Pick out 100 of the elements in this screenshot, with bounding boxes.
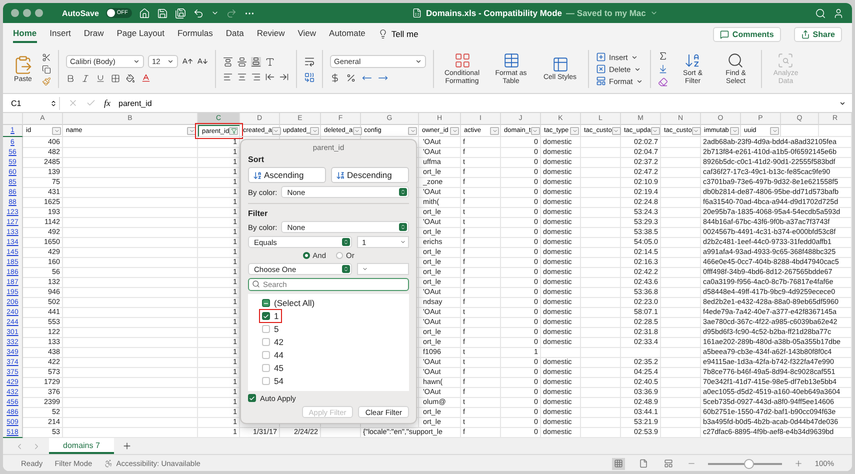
close-button[interactable] [11,9,19,17]
empty-cell [661,297,701,308]
italic-icon[interactable] [81,74,90,82]
increase-indent-icon[interactable] [279,72,289,82]
minimize-button[interactable] [23,9,31,17]
page-break-icon [664,459,673,468]
insert-function-label[interactable]: fx [104,98,110,108]
empty-cell [661,197,701,208]
ribbon-tab[interactable]: Automate [329,25,366,43]
align-left-icon[interactable] [223,72,233,82]
sort-button[interactable]: Ascending [248,167,326,183]
cell-styles-icon [552,56,568,73]
lightbulb-icon[interactable] [378,29,388,39]
top-align-icon[interactable] [223,56,233,66]
checkbox[interactable] [262,351,270,359]
increase-decimal-icon[interactable] [362,73,372,83]
bold-icon[interactable] [66,74,75,82]
ribbon-tab[interactable]: Page Layout [116,25,164,43]
add-sheet-icon[interactable] [122,441,132,451]
checkbox[interactable] [262,325,270,333]
middle-align-icon[interactable] [237,56,247,66]
align-right-icon[interactable] [251,72,261,82]
bottom-align-icon[interactable] [251,56,261,66]
sheet-tab[interactable]: domains 7 [49,438,114,454]
undo-icon[interactable] [192,8,204,18]
value-item[interactable]: 42 [262,337,284,347]
caret-icon[interactable] [650,9,658,17]
font-color-icon[interactable] [141,73,151,83]
autosum-icon[interactable] [658,51,668,61]
ribbon-tab[interactable]: Home [13,25,37,43]
caret-icon [839,100,846,106]
fill-color-icon[interactable] [126,74,135,82]
cut-icon[interactable] [42,52,51,62]
tell-me-label[interactable]: Tell me [391,29,418,39]
zoom-thumb[interactable] [744,458,754,468]
fill-icon[interactable] [658,64,668,74]
empty-cell [581,407,621,418]
empty-cell [581,317,621,328]
caret-icon [415,58,422,65]
caret-icon[interactable] [210,9,219,17]
zoom-button[interactable] [35,9,43,17]
empty-cell [541,347,581,358]
sort-button[interactable]: Descending [331,167,409,183]
format-painter-icon[interactable] [42,76,51,86]
search-icon[interactable] [815,8,826,18]
checkbox[interactable] [262,377,270,385]
name-box[interactable]: C1 [9,96,60,110]
empty-cell [581,297,621,308]
empty-cell [661,317,701,328]
caret-icon [400,239,406,245]
decrease-decimal-icon[interactable] [378,73,388,83]
checkbox[interactable] [262,364,270,372]
clear-icon[interactable] [658,77,668,87]
view-button[interactable] [612,458,625,470]
redo-icon[interactable] [226,8,237,18]
value-item[interactable]: (Select All) [262,298,315,308]
borders-icon[interactable] [111,74,120,82]
currency-icon[interactable] [330,73,340,83]
caret-icon [492,128,498,134]
value-item[interactable]: 5 [262,324,279,334]
window-title: Domains.xls - Compatibility Mode [426,8,562,18]
ribbon-tab[interactable]: View [298,25,316,43]
ribbon-tab[interactable]: Insert [50,25,71,43]
checkbox[interactable] [262,338,270,346]
sort-ascending-icon [253,170,262,180]
value-item[interactable]: 45 [262,363,284,373]
home-icon[interactable] [138,8,150,18]
save-icon[interactable] [156,8,168,18]
ribbon-tab[interactable]: Data [226,25,244,43]
empty-cell [581,357,621,368]
wrap-text-icon[interactable] [304,56,315,66]
formula-field[interactable]: parent_id [118,98,846,108]
orientation-icon[interactable] [265,56,275,66]
checkbox[interactable] [262,299,270,307]
value-item[interactable]: 1 [262,311,279,321]
check-icon [263,312,269,320]
document-icon [412,8,422,18]
empty-cell [581,347,621,358]
comments-button[interactable]: Comments [713,26,781,42]
ribbon-tab[interactable]: Draw [84,25,104,43]
save-as-icon[interactable] [174,8,186,18]
empty-cell [661,337,701,348]
copy-icon[interactable] [42,64,51,74]
ribbon-tab[interactable]: Review [256,25,285,43]
account-icon[interactable] [833,8,844,18]
ribbon-tab[interactable]: Formulas [177,25,213,43]
empty-cell [621,347,661,358]
caret-icon [273,128,280,134]
align-center-icon[interactable] [237,72,247,82]
value-item[interactable]: 44 [262,350,284,360]
share-button[interactable]: Share [794,26,842,42]
filter-button[interactable] [229,127,238,135]
checkbox[interactable] [262,312,270,320]
value-item[interactable]: 54 [262,376,284,386]
decrease-indent-icon[interactable] [265,72,275,82]
percent-icon[interactable] [346,73,356,83]
empty-cell [581,217,621,228]
value-field[interactable] [357,263,409,275]
underline-icon[interactable] [96,74,105,82]
empty-cell [661,147,701,158]
